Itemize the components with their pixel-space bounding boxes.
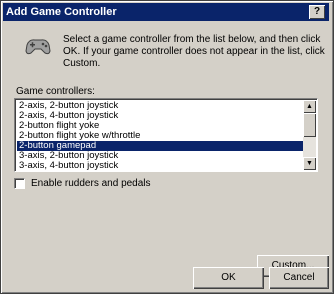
instructions-text: Select a game controller from the list b… (63, 34, 325, 69)
scroll-up-arrow-icon[interactable]: ▲ (303, 100, 316, 113)
game-controllers-listbox[interactable]: 2-axis, 2-button joystick 2-axis, 4-butto… (14, 98, 318, 172)
list-item[interactable]: 2-axis, 4-button joystick (17, 111, 304, 121)
vertical-scrollbar[interactable]: ▲ ▼ (303, 100, 316, 170)
list-item[interactable]: 3-axis, 4-button joystick (17, 161, 304, 171)
window-title: Add Game Controller (6, 6, 117, 18)
scroll-down-arrow-icon[interactable]: ▼ (303, 157, 316, 170)
scroll-thumb[interactable] (303, 113, 316, 137)
game-controller-icon (23, 35, 53, 57)
cancel-button[interactable]: Cancel (269, 267, 329, 289)
add-game-controller-dialog: Add Game Controller ? Select a game cont… (0, 0, 334, 294)
title-bar[interactable]: Add Game Controller ? (3, 3, 329, 21)
list-items: 2-axis, 2-button joystick 2-axis, 4-butto… (17, 101, 304, 171)
list-item[interactable]: 3-axis, 2-button joystick (17, 151, 304, 161)
list-item[interactable]: 2-button flight yoke w/throttle (17, 131, 304, 141)
list-item[interactable]: 2-button flight yoke (17, 121, 304, 131)
list-item[interactable]: 2-button gamepad (17, 141, 304, 151)
enable-rudders-label[interactable]: Enable rudders and pedals (31, 177, 151, 190)
game-controllers-label: Game controllers: (16, 86, 95, 97)
list-item[interactable]: 2-axis, 2-button joystick (17, 101, 304, 111)
help-button[interactable]: ? (309, 5, 325, 19)
ok-button[interactable]: OK (193, 267, 264, 289)
enable-rudders-checkbox[interactable] (14, 178, 25, 189)
